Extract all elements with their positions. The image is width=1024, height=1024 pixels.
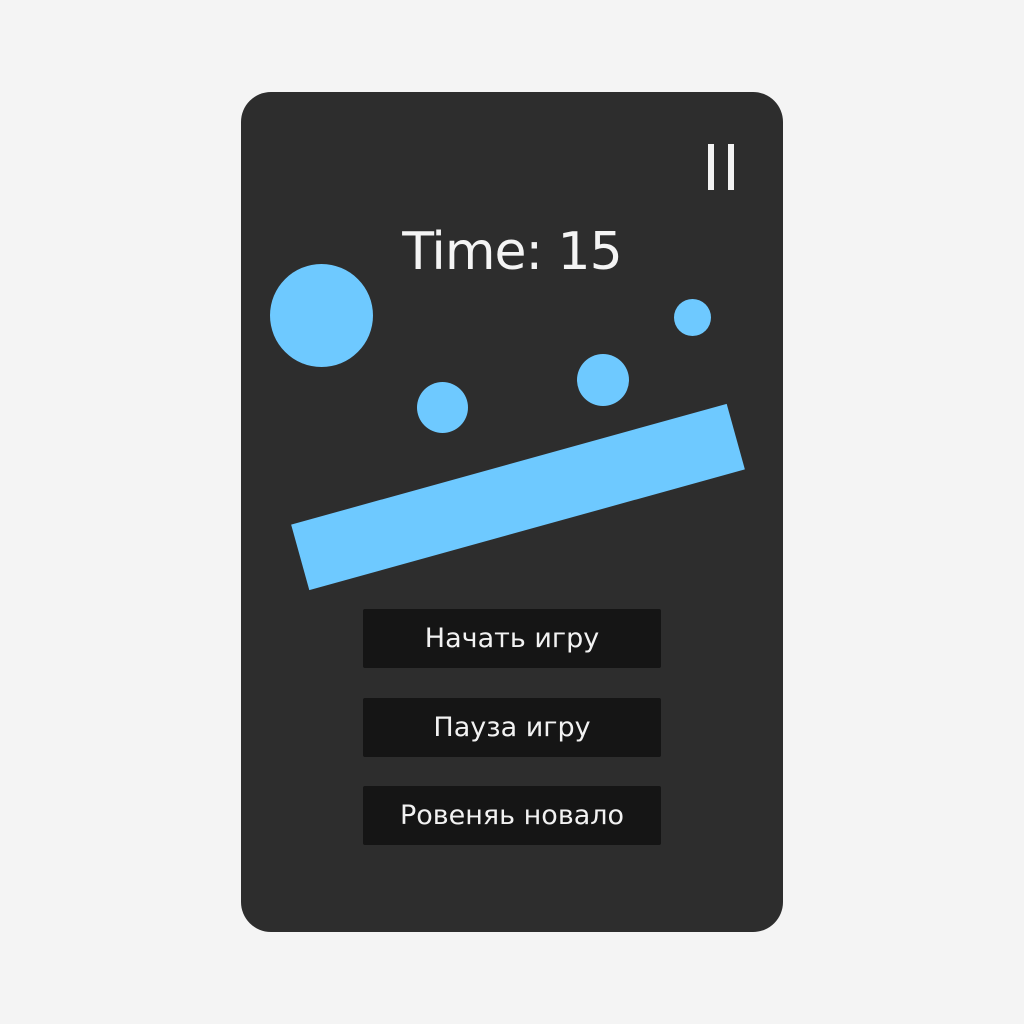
ball-small: [674, 299, 711, 336]
pause-icon-bar-right: [728, 144, 734, 190]
pause-game-button[interactable]: Пауза игру: [363, 698, 661, 757]
pause-button[interactable]: [705, 144, 745, 192]
paddle: [291, 403, 745, 591]
ball-medium-right: [577, 354, 629, 406]
restart-level-button[interactable]: Ровеняь новало: [363, 786, 661, 845]
pause-icon-bar-left: [708, 144, 714, 190]
start-game-button[interactable]: Начать игру: [363, 609, 661, 668]
game-screen: Time: 15 Начать игру Пауза игру Ровеняь …: [241, 92, 783, 932]
ball-medium: [417, 382, 468, 433]
ball-large: [270, 264, 373, 367]
